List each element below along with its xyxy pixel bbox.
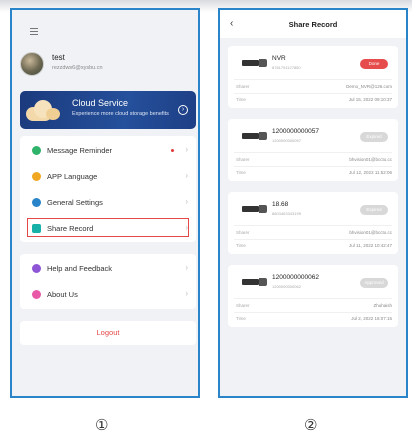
sharer-label: Sharer	[236, 84, 250, 89]
caption-screen-1: ①	[95, 416, 109, 434]
help-menu: Help and Feedback › About Us ›	[20, 254, 196, 309]
device-name: 1200000000057	[272, 128, 319, 135]
divider	[234, 152, 392, 153]
sharer-label: Sharer	[236, 157, 250, 162]
camera-icon	[242, 58, 268, 68]
page-title: Share Record	[288, 20, 338, 29]
username: test	[52, 53, 65, 62]
device-name: 18.68	[272, 201, 289, 208]
status-badge: Approved	[360, 278, 388, 288]
globe-icon	[32, 172, 41, 181]
logout-button[interactable]: Logout	[20, 321, 196, 345]
gear-icon	[32, 198, 41, 207]
menu-item-general-settings[interactable]: General Settings ›	[20, 190, 196, 216]
chevron-right-icon: ›	[185, 289, 188, 298]
chevron-right-icon: ›	[185, 171, 188, 180]
divider	[234, 93, 392, 94]
cloud-service-title: Cloud Service	[72, 98, 129, 108]
divider	[234, 79, 392, 80]
time-value: Jul 11, 2022 10:42:47	[349, 243, 392, 248]
cloud-icon	[26, 99, 62, 121]
menu-item-label: Help and Feedback	[47, 264, 113, 273]
profile-screen: test rezzdws6@sysbu.cn Cloud Service Exp…	[10, 8, 200, 398]
device-serial: 8803463343199	[272, 211, 301, 216]
info-icon	[32, 290, 41, 299]
time-value: Jul 2, 2022 16:07:15	[351, 316, 392, 321]
device-serial: 1200000000062	[272, 284, 301, 289]
sharer-label: Sharer	[236, 230, 250, 235]
sharer-value: Demo_NVR@126.com	[346, 84, 392, 89]
menu-item-label: Message Reminder	[47, 146, 113, 155]
cloud-service-banner[interactable]: Cloud Service Experience more cloud stor…	[20, 91, 196, 129]
arrow-right-icon[interactable]: ›	[178, 105, 188, 115]
time-value: Jul 15, 2022 09:10:37	[348, 97, 392, 102]
unread-dot	[171, 149, 174, 152]
divider	[234, 239, 392, 240]
menu-icon[interactable]	[30, 28, 38, 36]
camera-icon	[242, 131, 268, 141]
share-record-item[interactable]: NVR 8761791127850 Done Sharer Demo_NVR@1…	[228, 46, 398, 108]
menu-item-message-reminder[interactable]: Message Reminder ›	[20, 138, 196, 164]
caption-screen-2: ②	[304, 416, 318, 434]
divider	[234, 298, 392, 299]
time-label: Time	[236, 97, 246, 102]
device-name: 1200000000062	[272, 274, 319, 281]
camera-icon	[242, 204, 268, 214]
chevron-right-icon: ›	[185, 197, 188, 206]
camera-icon	[242, 277, 268, 287]
menu-item-app-language[interactable]: APP Language ›	[20, 164, 196, 190]
time-label: Time	[236, 243, 246, 248]
share-record-item[interactable]: 1200000000057 1200000000057 Expired Shar…	[228, 119, 398, 181]
cloud-service-subtitle: Experience more cloud storage benefits	[72, 111, 169, 117]
status-badge: Expired	[360, 205, 388, 215]
time-label: Time	[236, 170, 246, 175]
divider	[234, 312, 392, 313]
divider	[234, 225, 392, 226]
chevron-right-icon: ›	[185, 263, 188, 272]
sharer-value: bhvision01@bccto.cc	[349, 230, 392, 235]
menu-item-label: General Settings	[47, 198, 103, 207]
share-record-item[interactable]: 1200000000062 1200000000062 Approved Sha…	[228, 265, 398, 327]
help-icon	[32, 264, 41, 273]
sharer-value: bhvision01@bccto.cc	[349, 157, 392, 162]
chevron-right-icon: ›	[185, 145, 188, 154]
menu-item-label: About Us	[47, 290, 78, 299]
device-name: NVR	[272, 55, 286, 62]
settings-menu: Message Reminder › APP Language › Genera…	[20, 136, 196, 242]
avatar[interactable]	[20, 52, 44, 76]
menu-item-label: APP Language	[47, 172, 98, 181]
device-serial: 1200000000057	[272, 138, 301, 143]
divider	[234, 166, 392, 167]
sharer-value: Zhuhaish	[373, 303, 392, 308]
menu-item-help-feedback[interactable]: Help and Feedback ›	[20, 256, 196, 282]
share-record-highlight	[27, 218, 189, 237]
share-record-screen: ‹ Share Record NVR 8761791127850 Done Sh…	[218, 8, 408, 398]
sharer-label: Sharer	[236, 303, 250, 308]
share-record-item[interactable]: 18.68 8803463343199 Expired Sharer bhvis…	[228, 192, 398, 254]
status-badge: Expired	[360, 132, 388, 142]
user-email: rezzdws6@sysbu.cn	[52, 65, 103, 71]
time-value: Jul 12, 2022 11:52:06	[349, 170, 392, 175]
header-bar: ‹ Share Record	[220, 10, 406, 38]
status-badge[interactable]: Done	[360, 59, 388, 69]
bell-icon	[32, 146, 41, 155]
device-serial: 8761791127850	[272, 65, 301, 70]
menu-item-about-us[interactable]: About Us ›	[20, 282, 196, 308]
time-label: Time	[236, 316, 246, 321]
